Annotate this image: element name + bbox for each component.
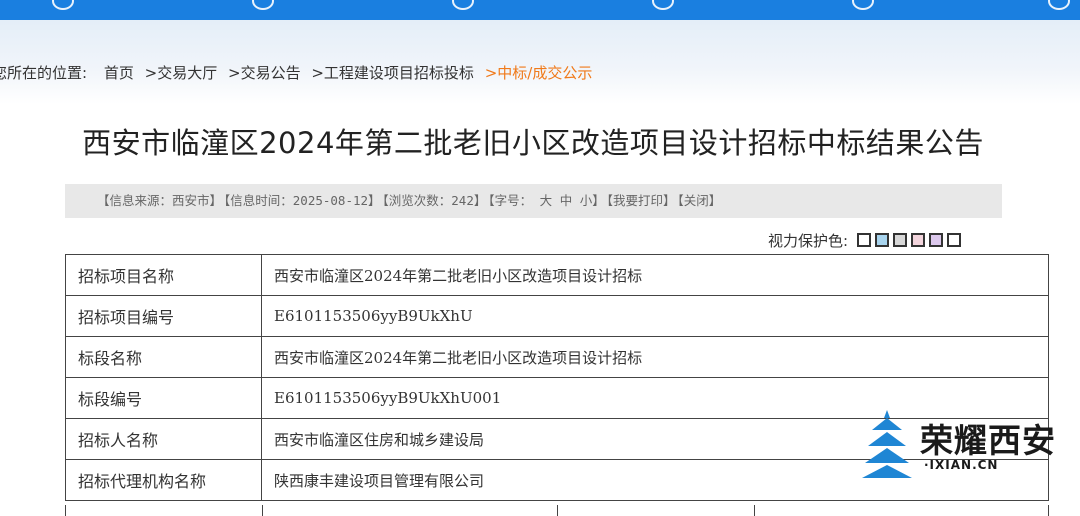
font-size-small-link[interactable]: 小 [580,193,593,208]
table-value: 西安市临潼区2024年第二批老旧小区改造项目设计招标 [261,254,1049,296]
table-label: 招标项目名称 [65,254,262,296]
nav-icon-1[interactable] [52,0,74,10]
table-partial-row [65,505,1049,516]
table-row: 标段名称 西安市临潼区2024年第二批老旧小区改造项目设计招标 [65,336,1049,378]
watermark-text: 荣耀西安 [920,421,1056,460]
breadcrumb-trading-hall[interactable]: >交易大厅 [145,64,218,82]
page-title: 西安市临潼区2024年第二批老旧小区改造项目设计招标中标结果公告 [82,126,984,160]
watermark-url: ·IXIAN.CN [924,458,999,472]
vision-protect-colors: 视力保护色: [768,230,961,251]
swatch-gray[interactable] [892,233,907,247]
nav-icon-3[interactable] [452,0,474,10]
font-size-label: 【字号： [488,193,533,208]
info-views: 【浏览次数：242】 [382,193,487,208]
breadcrumb-prefix: 您所在的位置: [0,64,88,82]
table-row: 招标项目名称 西安市临潼区2024年第二批老旧小区改造项目设计招标 [65,254,1049,296]
watermark-logo: 荣耀西安 ·IXIAN.CN [862,408,1055,482]
table-label: 招标人名称 [65,418,262,460]
breadcrumb: 您所在的位置: 首页 >交易大厅 >交易公告 >工程建设项目招标投标 >中标/成… [0,62,598,83]
nav-icon-5[interactable] [852,0,874,10]
table-value: E6101153506yyB9UkXhU [261,295,1049,337]
table-value: 西安市临潼区2024年第二批老旧小区改造项目设计招标 [261,336,1049,378]
swatch-white[interactable] [856,233,871,247]
table-label: 标段编号 [65,377,262,419]
font-size-close: 】 [592,193,605,208]
info-time: 【信息时间：2025-08-12】 [224,193,381,208]
swatch-white-2[interactable] [946,233,961,247]
table-label: 招标代理机构名称 [65,459,262,501]
table-label: 标段名称 [65,336,262,378]
breadcrumb-current[interactable]: >中标/成交公示 [485,64,593,82]
nav-icon-2[interactable] [252,0,274,10]
font-size-large-link[interactable]: 大 [540,193,553,208]
print-link[interactable]: 【我要打印】 [607,193,676,208]
top-nav-bar [0,0,1080,20]
swatch-pink[interactable] [910,233,925,247]
info-source: 【信息来源：西安市】 [97,193,223,208]
nav-icon-6[interactable] [1048,0,1070,10]
font-size-medium-link[interactable]: 中 [560,193,573,208]
table-row: 招标项目编号 E6101153506yyB9UkXhU [65,295,1049,337]
nav-icon-4[interactable] [652,0,674,10]
tower-icon [862,410,912,478]
breadcrumb-home[interactable]: 首页 [104,64,134,82]
breadcrumb-engineering-bidding[interactable]: >工程建设项目招标投标 [311,64,474,82]
swatch-blue[interactable] [874,233,889,247]
info-bar: 【信息来源：西安市】 【信息时间：2025-08-12】 【浏览次数：242】 【字号… [65,184,1002,218]
table-label: 招标项目编号 [65,295,262,337]
close-link[interactable]: 【关闭】 [678,193,722,208]
swatch-purple[interactable] [928,233,943,247]
vision-label: 视力保护色: [768,232,849,250]
breadcrumb-trading-notice[interactable]: >交易公告 [228,64,301,82]
